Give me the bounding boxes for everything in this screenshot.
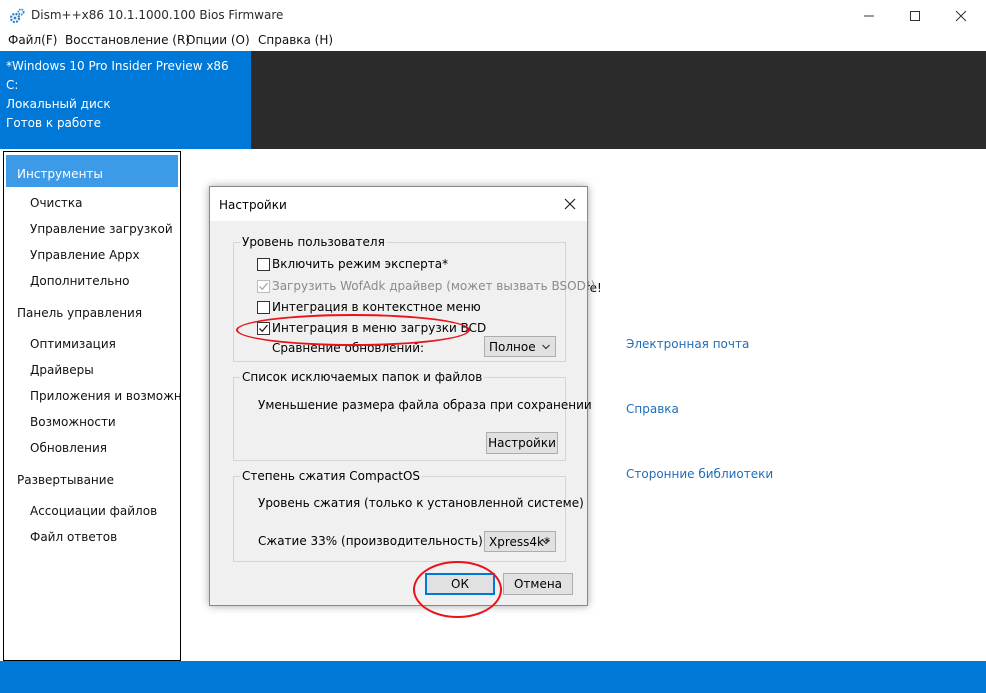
menu-bar: Файл(F) Восстановление (R) Опции (O) Спр… (0, 31, 986, 51)
compactos-title: Степень сжатия CompactOS (240, 469, 423, 483)
image-status: Готов к работе (6, 116, 102, 130)
nav-item-appx[interactable]: Управление Appx (30, 248, 140, 262)
chevron-down-icon (542, 344, 550, 350)
sidebar: Инструменты Очистка Управление загрузкой… (3, 151, 181, 661)
menu-options[interactable]: Опции (O) (186, 33, 250, 47)
status-bar (0, 661, 986, 693)
close-button[interactable] (938, 0, 984, 31)
dialog-title: Настройки (219, 198, 287, 212)
compactos-group: Степень сжатия CompactOS Уровень сжатия … (233, 469, 584, 562)
compression-level-text: Уровень сжатия (только к установленной с… (258, 496, 584, 510)
image-drive: C: (6, 78, 19, 92)
maximize-button[interactable] (892, 0, 938, 31)
exclusions-description: Уменьшение размера файла образа при сохр… (258, 398, 592, 412)
nav-item-answer-file[interactable]: Файл ответов (30, 530, 117, 544)
checkbox-box[interactable] (257, 322, 270, 335)
user-level-group: Уровень пользователя Включить режим эксп… (233, 235, 595, 362)
window-title: Dism++x86 10.1.1000.100 Bios Firmware (31, 8, 284, 22)
nav-item-optimization[interactable]: Оптимизация (30, 337, 116, 351)
minimize-button[interactable] (846, 0, 892, 31)
nav-item-advanced[interactable]: Дополнительно (30, 274, 130, 288)
nav-item-boot-management[interactable]: Управление загрузкой (30, 222, 173, 236)
wofadk-driver-label: Загрузить WofAdk драйвер (может вызвать … (272, 279, 596, 293)
checkmark-icon (259, 282, 269, 291)
close-icon (955, 10, 967, 21)
expert-mode-label: Включить режим эксперта* (272, 257, 449, 271)
minimize-icon (864, 15, 874, 16)
exclusions-settings-button[interactable]: Настройки (486, 432, 558, 454)
nav-item-features[interactable]: Возможности (30, 415, 116, 429)
menu-help[interactable]: Справка (H) (258, 33, 333, 47)
boot-menu-label: Интеграция в меню загрузки BCD (272, 321, 487, 335)
close-icon[interactable] (562, 196, 578, 212)
image-disk-type: Локальный диск (6, 97, 111, 111)
settings-dialog: Настройки Уровень пользователя Включить … (209, 186, 595, 618)
gear-icon (9, 8, 25, 24)
dialog-title-bar: Настройки (210, 187, 587, 221)
help-link[interactable]: Справка (626, 402, 679, 416)
third-party-libraries-link[interactable]: Сторонние библиотеки (626, 467, 773, 481)
email-link[interactable]: Электронная почта (626, 337, 749, 351)
chevron-down-icon (542, 539, 550, 545)
nav-item-cleanup[interactable]: Очистка (30, 196, 83, 210)
checkbox-box (257, 280, 270, 293)
exclusions-group: Список исключаемых папок и файлов Уменьш… (233, 370, 592, 461)
nav-control-panel[interactable]: Панель управления (17, 306, 142, 320)
nav-item-file-associations[interactable]: Ассоциации файлов (30, 504, 157, 518)
nav-item-apps[interactable]: Приложения и возможнос (30, 389, 180, 403)
nav-deployment[interactable]: Развертывание (17, 473, 114, 487)
ok-button[interactable]: ОК (425, 573, 495, 595)
nav-tools-label: Инструменты (17, 167, 103, 181)
title-bar: Dism++x86 10.1.1000.100 Bios Firmware (0, 0, 986, 31)
compare-updates-select[interactable]: Полное (484, 336, 556, 357)
checkbox-box[interactable] (257, 301, 270, 314)
exclusions-title: Список исключаемых папок и файлов (240, 370, 485, 384)
checkmark-icon (259, 324, 269, 333)
nav-tools[interactable]: Инструменты (6, 155, 178, 187)
compare-updates-label: Сравнение обновлений: (272, 341, 425, 355)
menu-restore[interactable]: Восстановление (R) (65, 33, 190, 47)
compression-ratio-text: Сжатие 33% (производительность) (258, 534, 483, 548)
cancel-button[interactable]: Отмена (503, 573, 573, 595)
maximize-icon (910, 10, 920, 21)
menu-file[interactable]: Файл(F) (8, 33, 57, 47)
nav-item-drivers[interactable]: Драйверы (30, 363, 94, 377)
image-os-name: *Windows 10 Pro Insider Preview x86 (6, 59, 229, 73)
compare-updates-value: Полное (489, 340, 536, 354)
checkbox-box[interactable] (257, 258, 270, 271)
user-level-title: Уровень пользователя (240, 235, 387, 249)
image-info-panel[interactable]: *Windows 10 Pro Insider Preview x86 C: Л… (0, 51, 251, 149)
nav-item-updates[interactable]: Обновления (30, 441, 107, 455)
compression-algorithm-select[interactable]: Xpress4k* (484, 531, 556, 552)
context-menu-label: Интеграция в контекстное меню (272, 300, 481, 314)
main-window: Dism++x86 10.1.1000.100 Bios Firmware Фа… (0, 0, 986, 693)
session-panel (251, 51, 986, 149)
